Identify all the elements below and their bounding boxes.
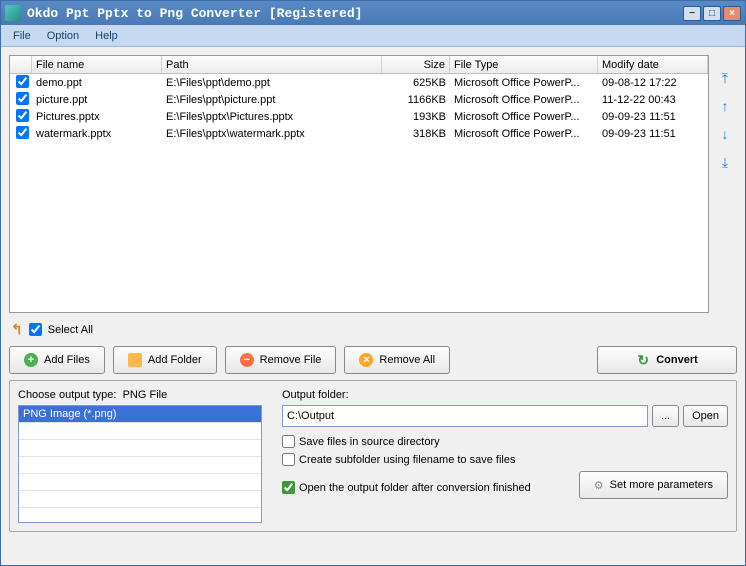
minus-icon: −	[240, 353, 254, 367]
more-parameters-button[interactable]: ⚙ Set more parameters	[579, 471, 728, 499]
cell-type: Microsoft Office PowerP...	[450, 127, 598, 141]
move-top-icon[interactable]: ⤒	[716, 69, 734, 87]
remove-all-button[interactable]: × Remove All	[344, 346, 450, 374]
col-header-path[interactable]: Path	[162, 56, 382, 73]
output-type-list[interactable]: PNG Image (*.png)	[18, 405, 262, 523]
convert-label: Convert	[656, 354, 698, 366]
convert-icon: ↻	[636, 353, 650, 367]
table-row[interactable]: watermark.pptxE:\Files\pptx\watermark.pp…	[10, 125, 708, 142]
col-header-date[interactable]: Modify date	[598, 56, 708, 73]
open-folder-button[interactable]: Open	[683, 405, 728, 427]
remove-all-label: Remove All	[379, 354, 435, 366]
x-icon: ×	[359, 353, 373, 367]
output-type-current: PNG File	[123, 389, 168, 401]
folder-icon	[128, 353, 142, 367]
more-parameters-label: Set more parameters	[610, 479, 713, 491]
browse-button[interactable]: ...	[652, 405, 679, 427]
add-folder-label: Add Folder	[148, 354, 202, 366]
menu-help[interactable]: Help	[87, 27, 126, 45]
cell-type: Microsoft Office PowerP...	[450, 76, 598, 90]
create-subfolder-label: Create subfolder using filename to save …	[299, 454, 515, 466]
table-row[interactable]: demo.pptE:\Files\ppt\demo.ppt625KBMicros…	[10, 74, 708, 91]
open-after-label: Open the output folder after conversion …	[299, 482, 531, 494]
cell-size: 318KB	[382, 127, 450, 141]
menubar: File Option Help	[1, 25, 745, 47]
save-in-source-label: Save files in source directory	[299, 436, 440, 448]
cell-name: Pictures.pptx	[32, 110, 162, 124]
cell-type: Microsoft Office PowerP...	[450, 93, 598, 107]
row-checkbox[interactable]	[16, 92, 29, 105]
gear-icon: ⚙	[594, 479, 604, 492]
output-type-option[interactable]: PNG Image (*.png)	[19, 406, 261, 423]
move-down-icon[interactable]: ↓	[716, 125, 734, 143]
cell-name: picture.ppt	[32, 93, 162, 107]
cell-date: 09-09-23 11:51	[598, 110, 708, 124]
cell-path: E:\Files\ppt\picture.ppt	[162, 93, 382, 107]
table-row[interactable]: Pictures.pptxE:\Files\pptx\Pictures.pptx…	[10, 108, 708, 125]
add-folder-button[interactable]: Add Folder	[113, 346, 217, 374]
cell-path: E:\Files\ppt\demo.ppt	[162, 76, 382, 90]
cell-path: E:\Files\pptx\Pictures.pptx	[162, 110, 382, 124]
file-list[interactable]: File name Path Size File Type Modify dat…	[9, 55, 709, 313]
cell-name: demo.ppt	[32, 76, 162, 90]
add-files-button[interactable]: + Add Files	[9, 346, 105, 374]
col-header-name[interactable]: File name	[32, 56, 162, 73]
cell-size: 1166KB	[382, 93, 450, 107]
col-header-type[interactable]: File Type	[450, 56, 598, 73]
cell-type: Microsoft Office PowerP...	[450, 110, 598, 124]
move-bottom-icon[interactable]: ⤓	[716, 153, 734, 171]
app-window: Okdo Ppt Pptx to Png Converter [Register…	[0, 0, 746, 566]
app-icon	[5, 5, 21, 21]
maximize-button[interactable]: □	[703, 6, 721, 21]
open-after-checkbox[interactable]	[282, 481, 295, 494]
output-folder-label: Output folder:	[282, 389, 728, 401]
window-title: Okdo Ppt Pptx to Png Converter [Register…	[27, 6, 683, 21]
up-folder-icon[interactable]: ↰	[11, 321, 23, 338]
col-header-size[interactable]: Size	[382, 56, 450, 73]
row-checkbox[interactable]	[16, 109, 29, 122]
convert-button[interactable]: ↻ Convert	[597, 346, 737, 374]
settings-panel: Choose output type: PNG File PNG Image (…	[9, 380, 737, 532]
titlebar: Okdo Ppt Pptx to Png Converter [Register…	[1, 1, 745, 25]
cell-path: E:\Files\pptx\watermark.pptx	[162, 127, 382, 141]
cell-size: 193KB	[382, 110, 450, 124]
cell-date: 09-08-12 17:22	[598, 76, 708, 90]
remove-file-button[interactable]: − Remove File	[225, 346, 337, 374]
select-all-checkbox[interactable]	[29, 323, 42, 336]
select-all-label: Select All	[48, 324, 93, 336]
menu-option[interactable]: Option	[39, 27, 87, 45]
table-row[interactable]: picture.pptE:\Files\ppt\picture.ppt1166K…	[10, 91, 708, 108]
move-up-icon[interactable]: ↑	[716, 97, 734, 115]
file-list-header: File name Path Size File Type Modify dat…	[10, 56, 708, 74]
plus-icon: +	[24, 353, 38, 367]
add-files-label: Add Files	[44, 354, 90, 366]
row-checkbox[interactable]	[16, 75, 29, 88]
minimize-button[interactable]: −	[683, 6, 701, 21]
row-checkbox[interactable]	[16, 126, 29, 139]
cell-size: 625KB	[382, 76, 450, 90]
cell-name: watermark.pptx	[32, 127, 162, 141]
remove-file-label: Remove File	[260, 354, 322, 366]
output-folder-input[interactable]	[282, 405, 648, 427]
cell-date: 11-12-22 00:43	[598, 93, 708, 107]
output-type-label: Choose output type:	[18, 389, 116, 401]
close-button[interactable]: ×	[723, 6, 741, 21]
create-subfolder-checkbox[interactable]	[282, 453, 295, 466]
save-in-source-checkbox[interactable]	[282, 435, 295, 448]
menu-file[interactable]: File	[5, 27, 39, 45]
cell-date: 09-09-23 11:51	[598, 127, 708, 141]
